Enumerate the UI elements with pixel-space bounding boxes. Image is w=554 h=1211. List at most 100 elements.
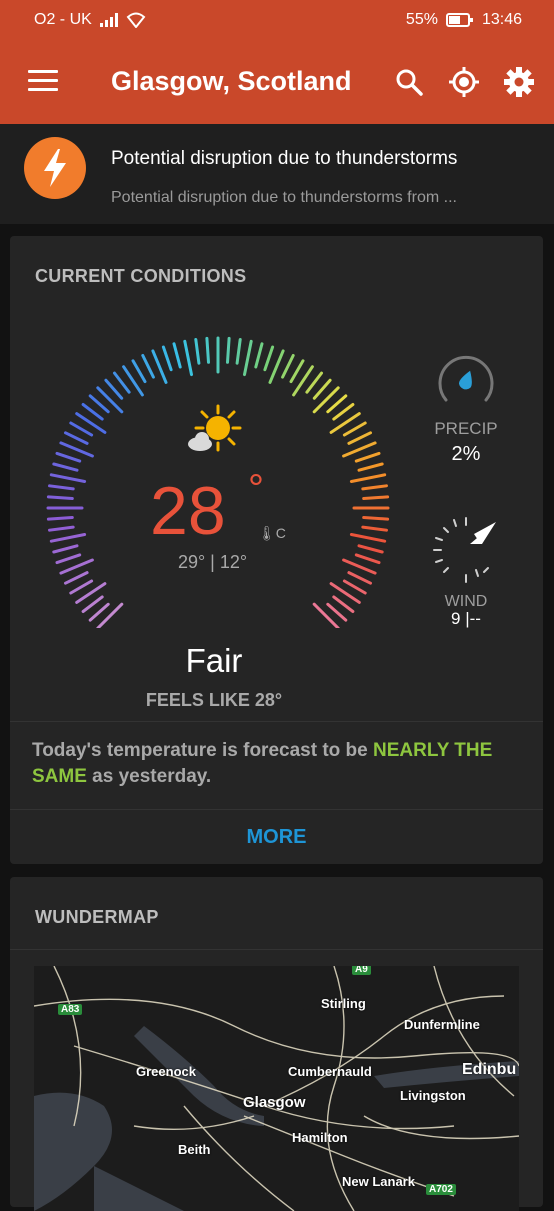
gauge-tick bbox=[55, 553, 82, 565]
gauge-tick bbox=[161, 345, 173, 372]
gauge-tick bbox=[326, 394, 348, 414]
gauge-tick bbox=[141, 354, 155, 379]
gauge-tick bbox=[332, 403, 355, 421]
gauge-tick bbox=[243, 339, 253, 377]
gauge-tick bbox=[46, 516, 74, 521]
gauge-tick bbox=[342, 421, 367, 437]
gauge-tick bbox=[81, 595, 104, 613]
gauge-tick bbox=[59, 441, 94, 458]
precip-value: 2% bbox=[451, 443, 481, 465]
gear-icon[interactable] bbox=[503, 66, 535, 98]
gauge-tick bbox=[131, 359, 147, 384]
gauge-tick bbox=[88, 394, 110, 414]
map-label: Dunfermline bbox=[404, 1017, 480, 1032]
gauge-tick bbox=[342, 558, 377, 575]
gauge-tick bbox=[64, 431, 89, 445]
gauge-tick bbox=[226, 336, 231, 364]
temperature-unit: 🌡C bbox=[258, 525, 286, 541]
gauge-tick bbox=[49, 473, 87, 483]
gauge-tick bbox=[46, 495, 74, 500]
gauge-tick bbox=[52, 544, 79, 554]
signal-icon bbox=[99, 13, 118, 27]
gauge-tick bbox=[361, 525, 388, 532]
gauge-tick bbox=[362, 516, 390, 521]
gauge-tick bbox=[52, 462, 79, 472]
gauge-tick bbox=[312, 386, 340, 414]
alert-title: Potential disruption due to thunderstorm… bbox=[111, 148, 458, 169]
gauge-tick bbox=[205, 336, 210, 364]
gauge-tick bbox=[342, 441, 377, 458]
alert-subtitle: Potential disruption due to thunderstorm… bbox=[111, 189, 457, 206]
map-label: Cumbernauld bbox=[288, 1064, 372, 1079]
app-bar: Glasgow, Scotland bbox=[0, 40, 554, 124]
gauge-tick bbox=[48, 525, 75, 532]
map-label: Glasgow bbox=[243, 1094, 306, 1111]
gauge-tick bbox=[235, 338, 242, 365]
map-label: Beith bbox=[178, 1142, 211, 1157]
gauge-tick bbox=[289, 359, 305, 384]
gauge-tick bbox=[55, 451, 82, 463]
gauge-tick bbox=[347, 571, 372, 585]
current-conditions-card: CURRENT CONDITIONS 28 ° 🌡C 29° | 12° Fai… bbox=[10, 236, 543, 864]
gauge-tick bbox=[349, 473, 387, 483]
thunderstorm-alert-icon bbox=[24, 137, 86, 199]
gauge-tick bbox=[354, 451, 381, 463]
gauge-tick bbox=[104, 378, 124, 400]
gauge-tick bbox=[151, 349, 168, 384]
road-shield: A83 bbox=[58, 1004, 83, 1015]
battery-icon bbox=[445, 13, 473, 27]
divider bbox=[10, 809, 543, 810]
divider bbox=[10, 949, 543, 950]
gauge-tick bbox=[357, 462, 384, 472]
gauge-tick bbox=[69, 579, 94, 595]
section-title: CURRENT CONDITIONS bbox=[35, 266, 247, 286]
weather-alert[interactable]: Potential disruption due to thunderstorm… bbox=[0, 124, 554, 224]
high-low-temps: 29° | 12° bbox=[177, 552, 248, 572]
precip-widget: PRECIP 2% bbox=[430, 354, 502, 466]
gauge-tick bbox=[113, 371, 131, 394]
road-shield: A9 bbox=[352, 966, 371, 975]
gauge-tick bbox=[312, 378, 332, 400]
thermometer-icon: 🌡 bbox=[258, 525, 276, 541]
gauge-tick bbox=[88, 602, 110, 622]
gauge-tick bbox=[354, 553, 381, 565]
clock: 13:46 bbox=[481, 11, 522, 28]
precip-label: PRECIP bbox=[434, 419, 498, 438]
gauge-tick bbox=[48, 484, 75, 491]
current-temperature: 28 bbox=[150, 473, 226, 549]
gauge-tick bbox=[254, 342, 264, 369]
gauge-tick bbox=[172, 342, 182, 369]
map-label: Edinbu bbox=[462, 1061, 517, 1078]
gauge-tick bbox=[263, 345, 275, 372]
gauge-tick bbox=[342, 579, 367, 595]
condition-label: Fair bbox=[185, 642, 243, 679]
gauge-tick bbox=[49, 533, 87, 543]
wifi-icon bbox=[126, 12, 146, 28]
gauge-tick bbox=[312, 602, 340, 628]
wundermap[interactable]: Stirling Dunfermline Greenock Cumbernaul… bbox=[34, 966, 519, 1211]
map-label: Greenock bbox=[136, 1064, 196, 1079]
gauge-tick bbox=[357, 544, 384, 554]
more-button[interactable]: MORE bbox=[10, 826, 543, 849]
degree-symbol: ° bbox=[248, 467, 264, 511]
map-label: Livingston bbox=[400, 1088, 466, 1103]
map-label: Stirling bbox=[321, 996, 366, 1011]
menu-button[interactable] bbox=[28, 70, 58, 92]
partly-sunny-icon bbox=[188, 404, 242, 452]
location-icon[interactable] bbox=[448, 66, 480, 98]
gauge-tick bbox=[326, 602, 348, 622]
feels-like: FEELS LIKE 28° bbox=[145, 690, 283, 710]
precip-dial-icon bbox=[438, 355, 494, 402]
gauge-tick bbox=[281, 354, 295, 379]
gauge-tick bbox=[349, 533, 387, 543]
divider bbox=[10, 721, 543, 722]
gauge-tick bbox=[59, 558, 94, 575]
gauge-tick bbox=[183, 339, 193, 377]
gauge-tick bbox=[347, 431, 372, 445]
temperature-comparison: Today's temperature is forecast to be NE… bbox=[32, 740, 493, 787]
status-bar: O2 - UK 55% 13:46 bbox=[0, 0, 554, 40]
wind-compass-icon bbox=[433, 517, 496, 583]
gauge-tick bbox=[96, 602, 124, 628]
gauge-tick bbox=[81, 403, 104, 421]
search-icon[interactable] bbox=[393, 66, 425, 98]
